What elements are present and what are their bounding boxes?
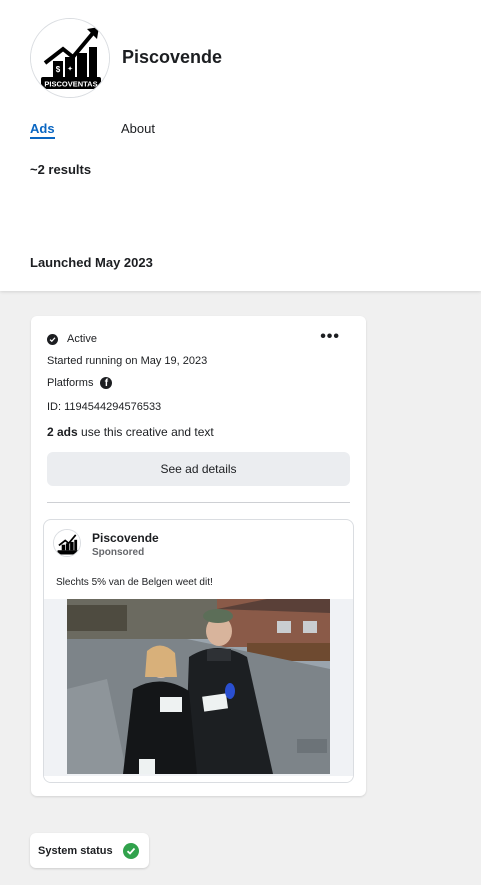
sponsored-label: Sponsored xyxy=(92,547,145,558)
facebook-icon: f xyxy=(100,377,113,389)
ad-body-text: Slechts 5% van de Belgen weet dit! xyxy=(56,577,213,588)
section-title: Launched May 2023 xyxy=(30,255,153,270)
platforms-row: Platforms f xyxy=(47,377,113,389)
started-running: Started running on May 19, 2023 xyxy=(47,355,208,367)
advertiser-name[interactable]: Piscovende xyxy=(92,531,159,545)
svg-text:✦: ✦ xyxy=(67,65,73,73)
platforms-label: Platforms xyxy=(47,377,94,389)
ad-id: ID: 1194544294576533 xyxy=(47,401,162,413)
tab-ads[interactable]: Ads xyxy=(30,121,55,139)
status-text: Active xyxy=(67,333,97,345)
ad-preview[interactable]: Piscovende Sponsored Slechts 5% van de B… xyxy=(43,519,354,783)
ad-photo xyxy=(67,599,330,774)
more-options-button[interactable]: ••• xyxy=(320,329,340,345)
page-logo[interactable]: $ ✦ PISCOVENTAS xyxy=(30,18,110,98)
page-header: $ ✦ PISCOVENTAS Piscovende Ads About ~2 … xyxy=(0,0,481,291)
system-status-button[interactable]: System status xyxy=(30,833,149,868)
results-count: ~2 results xyxy=(30,162,92,177)
ad-footer xyxy=(44,776,353,782)
check-circle-icon xyxy=(122,842,139,859)
status-row: Active xyxy=(47,333,97,345)
ads-count-number: 2 ads xyxy=(47,425,78,439)
system-status-label: System status xyxy=(38,844,113,857)
page-title: Piscovende xyxy=(122,47,223,67)
logo-text: PISCOVENTAS xyxy=(44,80,97,89)
advertiser-avatar[interactable] xyxy=(53,529,81,557)
check-icon xyxy=(47,333,58,345)
divider xyxy=(47,502,350,503)
ad-media xyxy=(44,599,353,776)
ads-count: 2 ads use this creative and text xyxy=(47,425,214,439)
ad-card: Active ••• Started running on May 19, 20… xyxy=(31,316,366,796)
svg-text:$: $ xyxy=(56,65,61,74)
ads-count-text: use this creative and text xyxy=(77,425,214,439)
logo-image: $ ✦ PISCOVENTAS xyxy=(31,19,109,97)
tab-about[interactable]: About xyxy=(121,121,155,136)
see-ad-details-button[interactable]: See ad details xyxy=(47,452,350,486)
